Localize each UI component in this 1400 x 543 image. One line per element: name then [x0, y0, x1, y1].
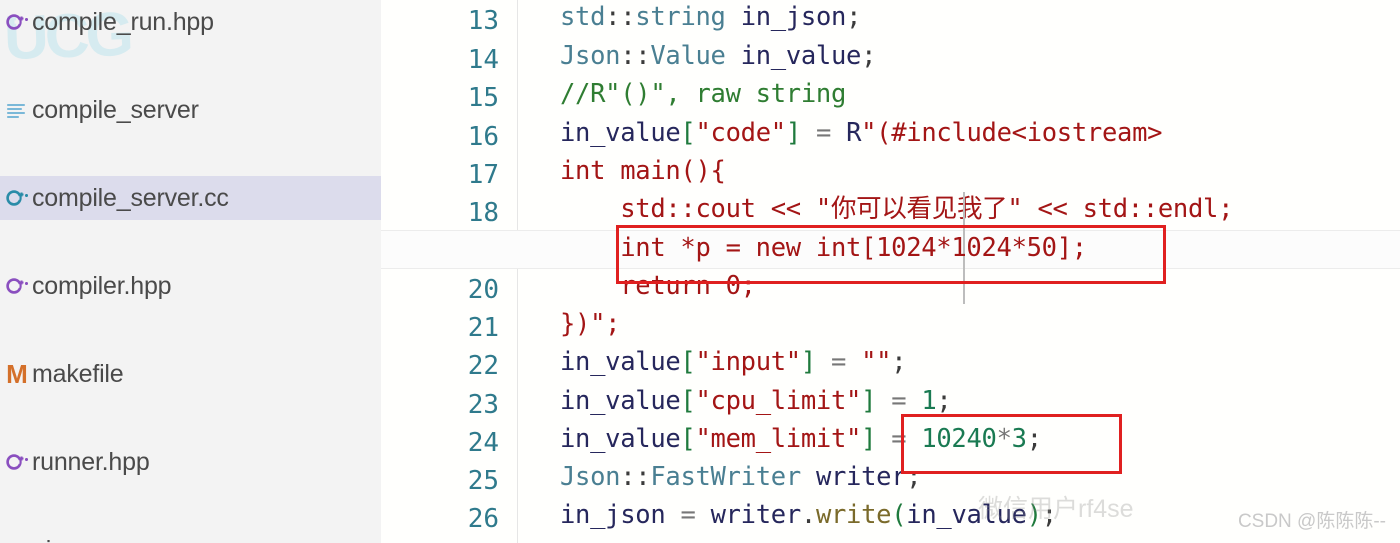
line-number-17: 17: [467, 160, 499, 190]
code-line-18[interactable]: std::cout << "你可以看见我了" << std::endl;: [560, 190, 1233, 228]
cpp-file-icon: [2, 275, 32, 297]
file-list-item-compiler-hpp[interactable]: compiler.hpp: [0, 264, 381, 308]
file-explorer-sidebar: UCG compile_run.hpp compile_server compi…: [0, 0, 381, 543]
cpp-file-icon: [2, 187, 32, 209]
code-line-17[interactable]: int main(){: [560, 152, 726, 190]
annotation-box-mem-limit: [901, 414, 1122, 474]
line-number-22: 22: [467, 351, 499, 381]
line-number-21: 21: [467, 313, 499, 343]
file-list-item-label: compile_server: [32, 95, 199, 124]
code-line-22[interactable]: in_value["input"] = "";: [560, 343, 907, 381]
file-list-item-makefile[interactable]: M makefile: [0, 352, 381, 396]
line-number-24: 24: [467, 428, 499, 458]
file-list-item-compile-server[interactable]: compile_server: [0, 88, 381, 132]
code-line-14[interactable]: Json::Value in_value;: [560, 37, 876, 75]
line-number-13: 13: [467, 6, 499, 36]
binary-file-icon: [2, 99, 32, 121]
file-list-item-compile-run-hpp[interactable]: compile_run.hpp: [0, 0, 381, 44]
cpp-file-icon: [2, 11, 32, 33]
file-list-item-label: compiler.hpp: [32, 271, 172, 300]
file-list-item-oj-server[interactable]: oj_server: [0, 528, 381, 543]
cpp-file-icon: [2, 451, 32, 473]
screenshot-root: UCG compile_run.hpp compile_server compi…: [0, 0, 1400, 543]
line-number-15: 15: [467, 83, 499, 113]
code-line-16[interactable]: in_value["code"] = R"(#include<iostream>: [560, 114, 1162, 152]
wechat-watermark: 微信用户rf4se: [978, 495, 1134, 523]
file-list-item-runner-hpp[interactable]: runner.hpp: [0, 440, 381, 484]
file-list-item-label: oj_server: [32, 536, 133, 543]
file-list-item-label: makefile: [32, 359, 124, 388]
file-list-item-label: compile_server.cc: [32, 183, 229, 212]
line-number-26: 26: [467, 504, 499, 534]
line-number-23: 23: [467, 390, 499, 420]
code-line-13[interactable]: std::string in_json;: [560, 0, 861, 36]
csdn-watermark: CSDN @陈陈陈--: [1237, 511, 1386, 532]
annotation-box-line-19: [616, 225, 1166, 284]
line-number-25: 25: [467, 466, 499, 496]
line-number-gutter: 13 14 15 16 17 18 19 20 21 22 23 24 25 2…: [381, 0, 518, 543]
code-line-21[interactable]: })";: [560, 305, 621, 343]
line-number-14: 14: [467, 45, 499, 75]
file-list-item-label: runner.hpp: [32, 447, 150, 476]
file-list-item-label: compile_run.hpp: [32, 7, 214, 36]
makefile-icon: M: [6, 359, 28, 389]
line-number-18: 18: [467, 198, 499, 228]
line-number-16: 16: [467, 122, 499, 152]
code-line-15[interactable]: //R"()", raw string: [560, 75, 846, 113]
file-list-item-compile-server-cc[interactable]: compile_server.cc: [0, 176, 381, 220]
code-line-25[interactable]: Json::FastWriter writer;: [560, 458, 922, 496]
line-number-20: 20: [467, 275, 499, 305]
code-line-23[interactable]: in_value["cpu_limit"] = 1;: [560, 382, 952, 420]
